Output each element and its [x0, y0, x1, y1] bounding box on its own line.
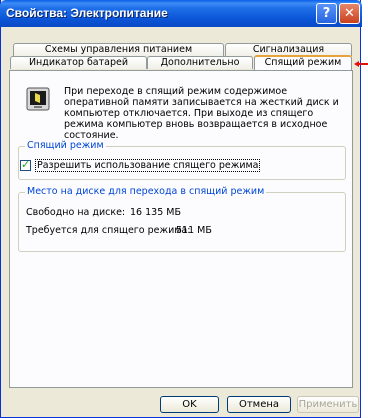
enable-hibernate-row[interactable]: ✓ Разрешить использование спящего режима — [20, 157, 261, 172]
tab-power-schemes[interactable]: Схемы управления питанием — [13, 43, 224, 56]
hibernate-description: При переходе в спящий режим содержимое о… — [64, 86, 339, 141]
enable-hibernate-checkbox[interactable]: ✓ — [20, 157, 31, 171]
cancel-button[interactable]: Отмена — [227, 396, 291, 413]
checkmark-icon: ✓ — [21, 157, 31, 171]
window-title: Свойства: Электропитание — [6, 6, 168, 20]
required-space-label: Требуется для спящего режима: — [26, 225, 191, 236]
disk-space-group: Место на диске для перехода в спящий реж… — [18, 186, 346, 252]
free-space-label: Свободно на диске: — [26, 207, 126, 218]
title-bar[interactable]: Свойства: Электропитание ? ✕ — [0, 0, 362, 27]
apply-button[interactable]: Применить — [297, 396, 359, 413]
close-button[interactable]: ✕ — [339, 3, 360, 24]
tab-advanced[interactable]: Дополнительно — [147, 56, 253, 69]
red-arrow-icon — [354, 61, 368, 67]
disk-space-legend: Место на диске для перехода в спящий реж… — [25, 186, 267, 197]
sleep-mode-legend: Спящий режим — [25, 140, 106, 151]
hibernate-computer-icon — [26, 87, 50, 111]
enable-hibernate-label[interactable]: Разрешить использование спящего режима — [35, 158, 261, 172]
ok-button[interactable]: OK — [160, 396, 219, 413]
tab-power-meter[interactable]: Индикатор батарей — [10, 56, 147, 69]
tab-hibernate[interactable]: Спящий режим — [254, 55, 352, 70]
help-button[interactable]: ? — [316, 3, 337, 24]
required-space-value: 511 МБ — [176, 225, 212, 236]
free-space-value: 16 135 МБ — [130, 207, 181, 218]
